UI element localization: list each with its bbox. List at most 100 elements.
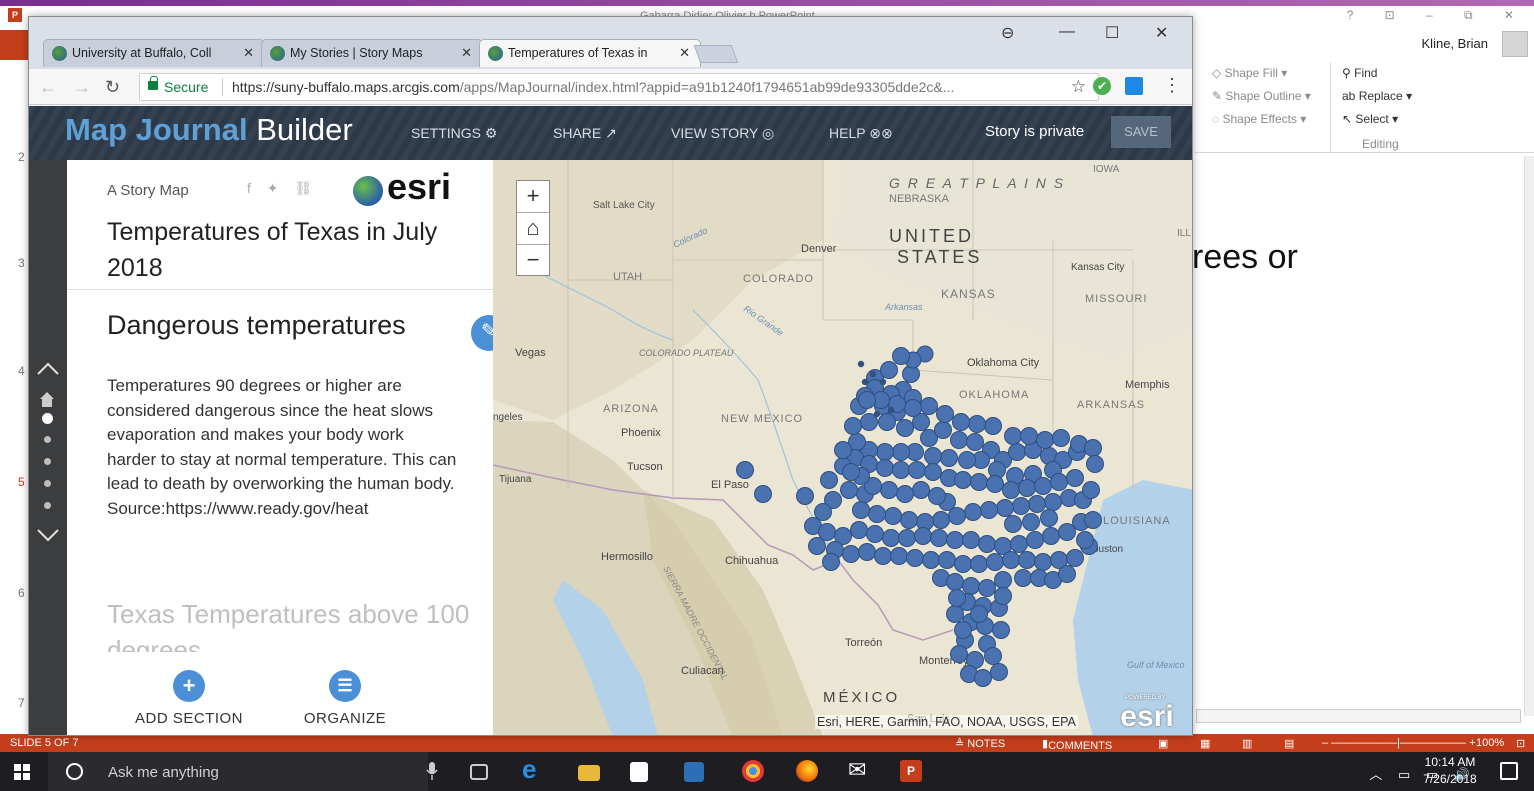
- temperature-marker[interactable]: [954, 471, 972, 489]
- temperature-marker[interactable]: [880, 481, 898, 499]
- temperature-marker[interactable]: [912, 481, 930, 499]
- temperature-marker[interactable]: [970, 555, 988, 573]
- temperature-marker[interactable]: [892, 461, 910, 479]
- minimize-button[interactable]: —: [1059, 23, 1075, 41]
- temperature-marker[interactable]: [914, 527, 932, 545]
- temperature-marker[interactable]: [984, 647, 1002, 665]
- temperature-marker-small[interactable]: [861, 378, 869, 386]
- temperature-marker[interactable]: [890, 547, 908, 565]
- select-button[interactable]: ↖ Select ▾: [1342, 112, 1398, 126]
- temperature-marker[interactable]: [906, 549, 924, 567]
- mail-icon[interactable]: ✉: [848, 757, 870, 782]
- slide-number[interactable]: 2: [18, 150, 25, 164]
- shape-fill-button[interactable]: ◇ Shape Fill ▾: [1212, 66, 1287, 80]
- temperature-marker[interactable]: [1050, 473, 1068, 491]
- slideshow-icon[interactable]: ▤: [1284, 737, 1294, 750]
- temperature-marker[interactable]: [940, 449, 958, 467]
- slide-body-text[interactable]: rees or: [1192, 238, 1298, 277]
- temperature-marker[interactable]: [896, 485, 914, 503]
- temperature-marker[interactable]: [950, 431, 968, 449]
- temperature-marker[interactable]: [892, 347, 910, 365]
- close-icon[interactable]: ✕: [679, 45, 690, 61]
- powerpoint-app-icon[interactable]: P: [8, 8, 22, 22]
- temperature-marker[interactable]: [840, 481, 858, 499]
- temperature-marker[interactable]: [934, 421, 952, 439]
- temperature-marker[interactable]: [1058, 523, 1076, 541]
- slide-number[interactable]: 4: [18, 364, 25, 378]
- temperature-marker[interactable]: [1052, 429, 1070, 447]
- windows-start-icon[interactable]: [14, 764, 30, 780]
- temperature-marker[interactable]: [898, 529, 916, 547]
- chevron-up-icon[interactable]: [35, 356, 61, 382]
- temperature-marker[interactable]: [986, 553, 1004, 571]
- powerpoint-taskbar-icon[interactable]: P: [900, 760, 922, 782]
- chrome-icon[interactable]: [742, 760, 764, 782]
- back-arrow-icon[interactable]: ←: [39, 77, 57, 98]
- temperature-marker[interactable]: [936, 405, 954, 423]
- story-map-kicker[interactable]: A Story Map: [107, 182, 189, 199]
- temperature-marker[interactable]: [850, 521, 868, 539]
- temperature-marker[interactable]: [970, 473, 988, 491]
- slide-number[interactable]: 3: [18, 256, 25, 270]
- address-bar[interactable]: Secure https://suny-buffalo.maps.arcgis.…: [139, 73, 1099, 101]
- temperature-marker[interactable]: [970, 605, 988, 623]
- temperature-marker[interactable]: [1010, 535, 1028, 553]
- reload-icon[interactable]: ↻: [105, 77, 120, 98]
- temperature-marker-small[interactable]: [873, 410, 881, 418]
- temperature-marker[interactable]: [858, 391, 876, 409]
- close-icon[interactable]: ✕: [243, 45, 254, 61]
- temperature-marker[interactable]: [1022, 513, 1040, 531]
- temperature-marker[interactable]: [1002, 551, 1020, 569]
- temperature-marker[interactable]: [966, 433, 984, 451]
- temperature-marker[interactable]: [796, 487, 814, 505]
- temperature-marker[interactable]: [896, 419, 914, 437]
- temperature-marker[interactable]: [1058, 565, 1076, 583]
- social-share-icons[interactable]: f ✦ ⛓: [247, 180, 318, 197]
- temperature-marker[interactable]: [1086, 455, 1104, 473]
- esri-map-logo[interactable]: esri: [1113, 696, 1181, 734]
- share-button[interactable]: SHARE ↗: [553, 125, 617, 142]
- temperature-marker[interactable]: [1082, 481, 1100, 499]
- temperature-marker[interactable]: [978, 579, 996, 597]
- temperature-marker[interactable]: [884, 507, 902, 525]
- temperature-marker[interactable]: [928, 487, 946, 505]
- cortana-search-box[interactable]: Ask me anything: [48, 752, 428, 791]
- add-section-button[interactable]: + ADD SECTION: [129, 670, 249, 727]
- temperature-marker[interactable]: [932, 511, 950, 529]
- section-dot-active[interactable]: [42, 413, 53, 424]
- fit-slide-icon[interactable]: ⊡: [1516, 737, 1525, 750]
- temperature-marker[interactable]: [892, 443, 910, 461]
- temperature-marker-small[interactable]: [887, 406, 895, 414]
- close-icon[interactable]: ✕: [461, 45, 472, 61]
- temperature-marker[interactable]: [834, 441, 852, 459]
- temperature-marker[interactable]: [946, 531, 964, 549]
- temperature-marker[interactable]: [868, 505, 886, 523]
- temperature-marker[interactable]: [922, 551, 940, 569]
- temperature-marker[interactable]: [1020, 427, 1038, 445]
- save-button[interactable]: SAVE: [1111, 116, 1171, 148]
- temperature-marker[interactable]: [996, 499, 1014, 517]
- section-dot[interactable]: [44, 436, 51, 443]
- temperature-marker[interactable]: [930, 529, 948, 547]
- chevron-down-icon[interactable]: [35, 522, 61, 548]
- temperature-marker[interactable]: [958, 451, 976, 469]
- help-button[interactable]: HELP ⊗⊗: [829, 125, 893, 142]
- temperature-marker[interactable]: [842, 463, 860, 481]
- section-dot[interactable]: [44, 480, 51, 487]
- reading-view-icon[interactable]: ▥: [1242, 737, 1252, 750]
- temperature-marker[interactable]: [984, 417, 1002, 435]
- temperature-marker[interactable]: [1084, 439, 1102, 457]
- temperature-marker[interactable]: [1042, 527, 1060, 545]
- zoom-level[interactable]: 100%: [1476, 737, 1504, 749]
- temperature-marker[interactable]: [1026, 531, 1044, 549]
- temperature-marker[interactable]: [990, 663, 1008, 681]
- forward-arrow-icon[interactable]: →: [73, 77, 91, 98]
- temperature-marker[interactable]: [1004, 515, 1022, 533]
- slide-sorter-icon[interactable]: ▦: [1200, 737, 1210, 750]
- organize-button[interactable]: ☰ ORGANIZE: [285, 670, 405, 727]
- temperature-marker[interactable]: [1066, 469, 1084, 487]
- temperature-marker[interactable]: [938, 551, 956, 569]
- find-button[interactable]: ⚲ Find: [1342, 66, 1377, 80]
- temperature-marker[interactable]: [962, 531, 980, 549]
- temperature-marker[interactable]: [882, 529, 900, 547]
